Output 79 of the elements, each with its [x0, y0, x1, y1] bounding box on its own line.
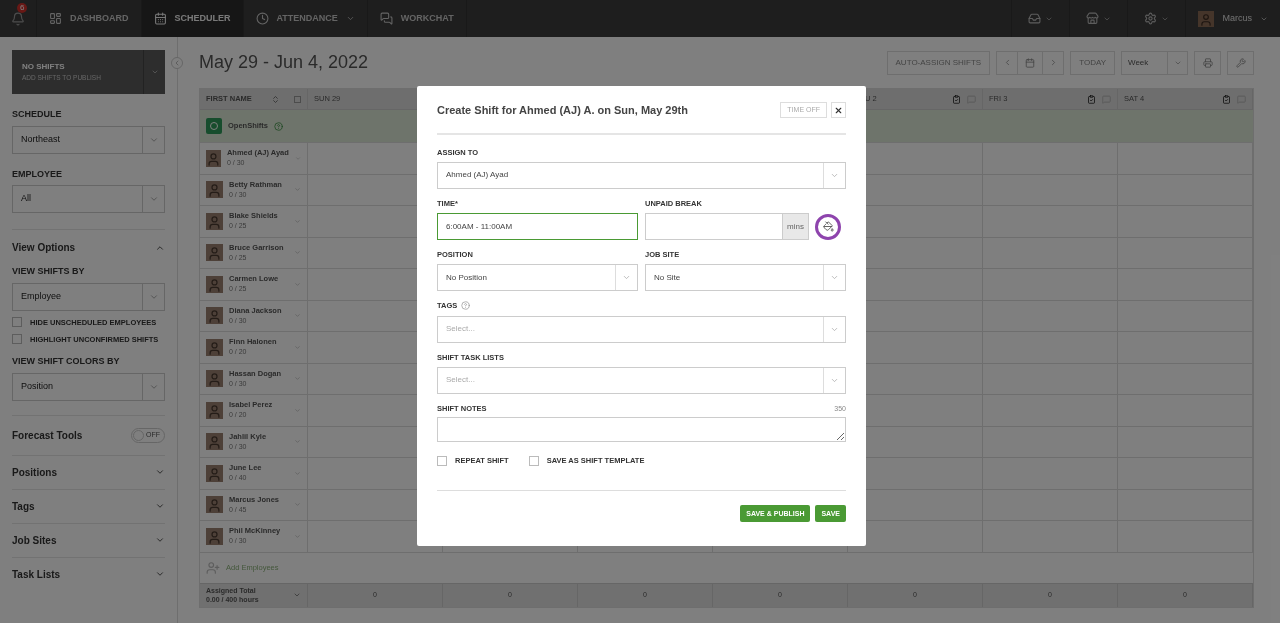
notification-badge: 6	[17, 3, 28, 13]
color-picker-button[interactable]	[815, 213, 841, 240]
caret-icon	[155, 569, 165, 579]
calendar-icon	[1025, 57, 1036, 68]
assign-to-select[interactable]: Ahmed (AJ) Ayad	[437, 161, 846, 189]
checkbox[interactable]	[437, 455, 447, 466]
inbox-icon	[1028, 12, 1042, 25]
job-site-select[interactable]: No Site	[645, 264, 846, 292]
avatar-icon	[206, 464, 223, 482]
attendance-icon	[255, 12, 269, 25]
view-select[interactable]: Week	[1121, 50, 1188, 75]
caret-icon	[150, 68, 159, 76]
shift-colors-select[interactable]: Position	[12, 372, 165, 401]
avatar-icon	[206, 212, 223, 230]
task-lists-select[interactable]: Select...	[437, 366, 846, 394]
avatar-icon	[1198, 10, 1215, 27]
field-label: EMPLOYEE	[12, 167, 63, 181]
avatar-icon	[206, 496, 223, 514]
open-shifts-icon	[206, 118, 222, 134]
caret-icon	[148, 194, 159, 204]
avatar-icon	[206, 527, 223, 545]
notes-field[interactable]	[437, 417, 846, 442]
chat-icon	[379, 12, 393, 25]
caret-icon	[155, 535, 165, 545]
time-field[interactable]: 6:00AM - 11:00AM	[437, 213, 638, 240]
employee-filter-select[interactable]: All	[12, 185, 165, 213]
avatar-icon	[206, 307, 223, 325]
store-icon	[1086, 12, 1100, 25]
avatar-icon	[206, 275, 223, 293]
add-user-icon[interactable]	[206, 560, 220, 575]
schedule-select[interactable]: Northeast	[12, 125, 165, 154]
close-button[interactable]	[831, 102, 846, 119]
scheduler-icon	[153, 12, 167, 25]
field-label: VIEW SHIFT COLORS BY	[12, 355, 121, 368]
section-title: Forecast Tools	[12, 428, 83, 443]
help-icon[interactable]	[461, 301, 471, 311]
avatar-icon	[206, 181, 223, 199]
avatar-icon	[206, 433, 223, 451]
view-options-header[interactable]: View Options	[12, 230, 165, 265]
collapsible-section[interactable]: Positions	[12, 454, 165, 489]
collapsible-section[interactable]: Tags	[12, 488, 165, 523]
chevron-left-icon	[173, 59, 181, 67]
sort-icon[interactable]	[271, 94, 280, 104]
caret-icon	[345, 14, 355, 23]
avatar-icon	[206, 401, 223, 419]
tools-button[interactable]	[1227, 50, 1254, 75]
help-icon[interactable]	[274, 121, 283, 131]
gear-icon	[1144, 12, 1158, 25]
field-label: VIEW SHIFTS BY	[12, 265, 86, 278]
caret-icon	[155, 501, 165, 511]
nav-tab[interactable]: SCHEDULER	[141, 0, 244, 37]
bell-icon[interactable]	[11, 11, 25, 26]
dialog-title: Create Shift for Ahmed (AJ) A. on Sun, May 29th	[437, 103, 688, 118]
close-icon	[834, 105, 843, 115]
field-label: SCHEDULE	[12, 108, 63, 121]
collapsible-section[interactable]: Job Sites	[12, 522, 165, 557]
avatar-icon	[206, 149, 221, 167]
collapse-sidebar-button[interactable]	[171, 57, 183, 69]
caret-icon	[155, 467, 165, 477]
week-title: May 29 - Jun 4, 2022	[199, 51, 369, 74]
break-field[interactable]: mins	[645, 213, 809, 240]
position-select[interactable]: No Position	[437, 264, 638, 292]
avatar-icon	[206, 338, 223, 356]
dashboard-icon	[49, 12, 62, 25]
tags-select[interactable]: Select...	[437, 315, 846, 343]
avatar-icon	[206, 244, 223, 262]
group-by-select[interactable]: Employee	[12, 282, 165, 311]
checkbox[interactable]	[12, 334, 22, 345]
checkbox[interactable]	[294, 95, 301, 103]
wrench-icon	[1235, 57, 1246, 68]
checkbox[interactable]	[528, 455, 539, 466]
checkbox[interactable]	[12, 317, 22, 328]
printer-icon	[1202, 57, 1213, 68]
collapsible-section[interactable]: Task Lists	[12, 556, 165, 591]
avatar-icon	[206, 370, 223, 388]
print-button[interactable]	[1194, 50, 1221, 75]
paint-bucket-icon	[822, 221, 834, 232]
calendar-button[interactable]	[1017, 51, 1044, 74]
caret-icon[interactable]	[293, 591, 301, 599]
